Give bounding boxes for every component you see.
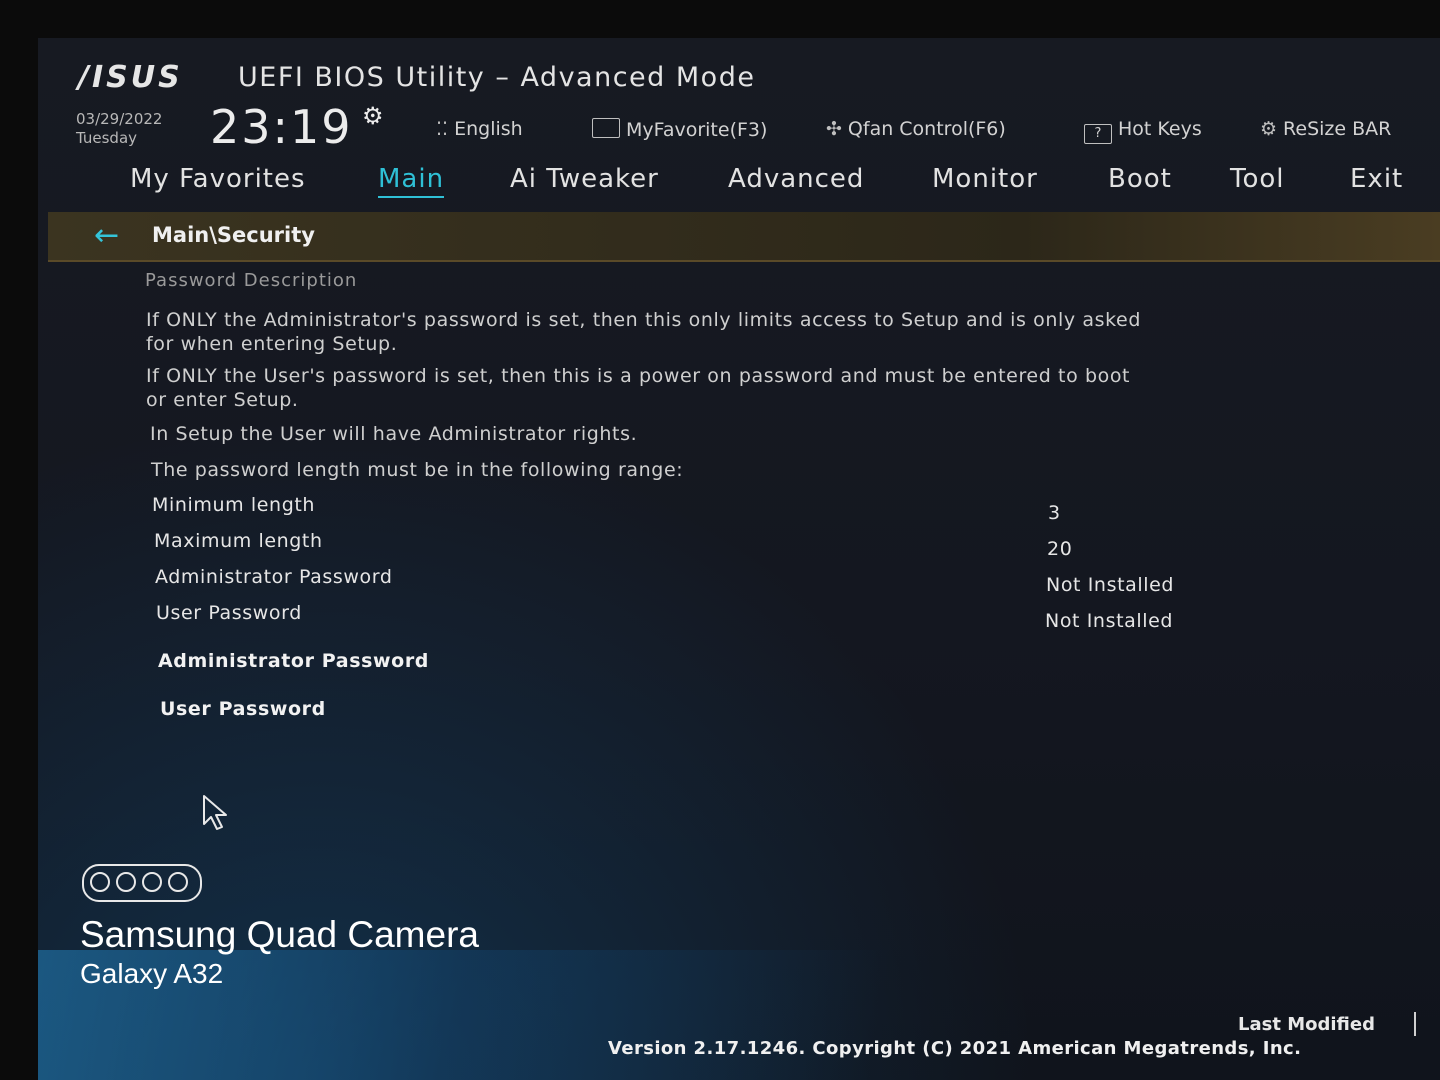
tab-main[interactable]: Main — [378, 164, 445, 198]
set-admin-password-item[interactable]: Administrator Password — [158, 650, 429, 672]
date-text: 03/29/2022 — [76, 110, 163, 128]
admin-password-status-label: Administrator Password — [155, 566, 393, 588]
globe-icon: ⁚⁚ — [436, 118, 449, 140]
camera-lens-icon — [90, 872, 110, 892]
mouse-cursor-icon — [203, 795, 227, 830]
admin-password-status-value: Not Installed — [1046, 574, 1175, 596]
resize-bar-label: ReSize BAR — [1283, 118, 1392, 140]
tab-monitor[interactable]: Monitor — [932, 164, 1038, 194]
language-label: English — [454, 118, 523, 140]
tab-boot[interactable]: Boot — [1108, 164, 1172, 194]
hot-keys-button[interactable]: ? Hot Keys — [1084, 118, 1202, 144]
resize-bar-button[interactable]: ⚙ ReSize BAR — [1260, 118, 1391, 140]
qfan-control-button[interactable]: ✣ Qfan Control(F6) — [826, 118, 1006, 140]
tab-advanced[interactable]: Advanced — [728, 164, 864, 194]
min-length-label: Minimum length — [152, 494, 316, 516]
camera-lens-icon — [168, 872, 188, 892]
camera-lens-icon — [142, 872, 162, 892]
watermark-title: Samsung Quad Camera — [80, 914, 479, 955]
myfavorite-button[interactable]: MyFavorite(F3) — [592, 118, 767, 141]
version-text: Version 2.17.1246. Copyright (C) 2021 Am… — [608, 1038, 1302, 1059]
clock: 23:19 — [210, 100, 353, 154]
qfan-label: Qfan Control(F6) — [847, 118, 1006, 140]
footer-decoration — [38, 950, 1440, 1080]
tab-exit[interactable]: Exit — [1350, 164, 1403, 194]
tab-ai-tweaker[interactable]: Ai Tweaker — [510, 164, 659, 194]
section-title: Password Description — [145, 270, 358, 291]
user-password-status-label: User Password — [156, 602, 302, 624]
description-paragraph: In Setup the User will have Administrato… — [150, 423, 638, 445]
back-arrow-icon[interactable]: ← — [94, 218, 119, 253]
clock-settings-icon[interactable]: ⚙ — [362, 102, 384, 130]
max-length-label: Maximum length — [154, 530, 323, 552]
hot-keys-label: Hot Keys — [1118, 118, 1202, 140]
tab-my-favorites[interactable]: My Favorites — [130, 164, 306, 194]
camera-lens-icon — [116, 872, 136, 892]
max-length-value: 20 — [1047, 538, 1073, 560]
quad-camera-icon — [82, 864, 202, 902]
breadcrumb: Main\Security — [152, 223, 315, 247]
last-modified-button[interactable]: Last Modified — [1238, 1014, 1375, 1035]
hotkeys-icon: ? — [1084, 124, 1112, 144]
description-paragraph: If ONLY the Administrator's password is … — [146, 309, 1141, 355]
description-paragraph: If ONLY the User's password is set, then… — [146, 365, 1131, 411]
fan-icon: ✣ — [826, 118, 842, 140]
date-display: 03/29/2022 Tuesday — [76, 110, 162, 148]
favorite-icon — [592, 118, 620, 138]
resize-bar-icon: ⚙ — [1260, 118, 1278, 140]
app-title: UEFI BIOS Utility – Advanced Mode — [238, 62, 756, 93]
day-text: Tuesday — [76, 129, 138, 147]
tab-tool[interactable]: Tool — [1230, 164, 1285, 194]
myfavorite-label: MyFavorite(F3) — [626, 119, 768, 141]
watermark-subtitle: Galaxy A32 — [80, 958, 224, 989]
user-password-status-value: Not Installed — [1045, 610, 1174, 632]
footer-divider — [1414, 1012, 1416, 1036]
min-length-value: 3 — [1048, 502, 1061, 524]
description-paragraph: The password length must be in the follo… — [151, 459, 684, 481]
language-button[interactable]: ⁚⁚ English — [436, 118, 523, 140]
breadcrumb-bar: ← Main\Security — [48, 212, 1440, 262]
asus-logo: /ISUS — [78, 60, 183, 95]
set-user-password-item[interactable]: User Password — [160, 698, 326, 720]
